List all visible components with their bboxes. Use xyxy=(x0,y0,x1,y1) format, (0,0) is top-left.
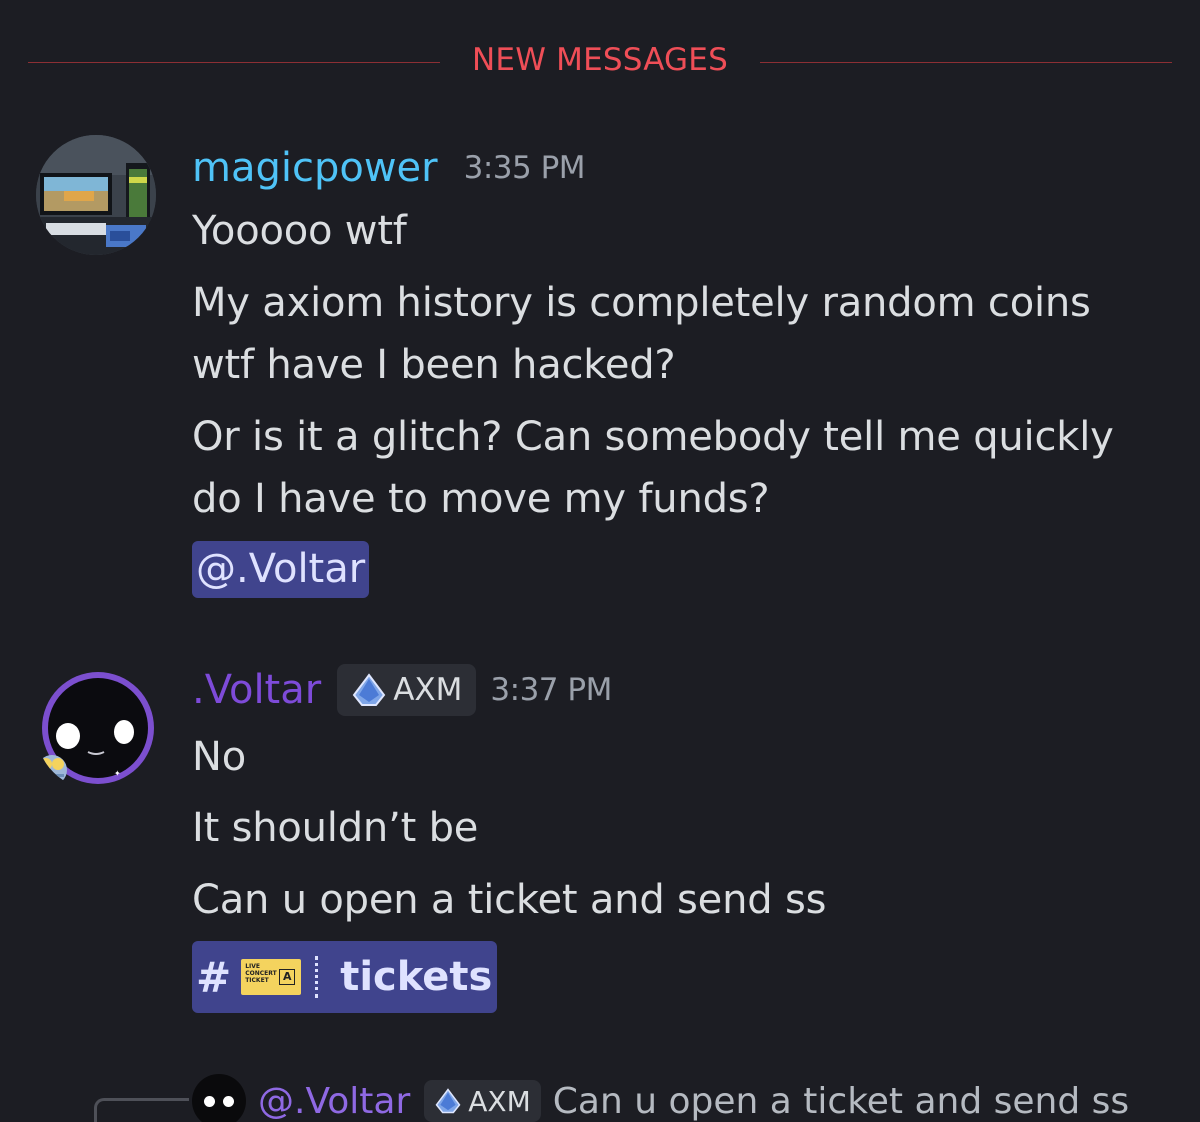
avatar-voltar[interactable]: ✦ xyxy=(36,670,156,790)
username-magicpower[interactable]: magicpower xyxy=(192,148,438,188)
reply-username[interactable]: @.Voltar xyxy=(258,1081,410,1122)
gem-icon xyxy=(352,673,386,706)
svg-text:✦: ✦ xyxy=(114,769,121,778)
server-tag[interactable]: AXM xyxy=(337,664,477,716)
reply-server-tag-label: AXM xyxy=(468,1084,531,1118)
message-line: My axiom history is completely random co… xyxy=(192,280,1091,326)
timestamp: 3:35 PM xyxy=(463,150,586,186)
reply-text: Can u open a ticket and send ss xyxy=(552,1080,1130,1122)
message-line: Yooooo wtf xyxy=(192,208,407,254)
chat-view: NEW MESSAGES magicpower 3:35 PM Yooooo w… xyxy=(0,0,1200,1122)
divider-line-right xyxy=(760,62,1172,63)
message-header-voltar: .Voltar AXM 3:37 PM xyxy=(192,664,612,716)
new-messages-divider: NEW MESSAGES xyxy=(28,38,1172,86)
channel-link-tickets[interactable]: # LIVE CONCERT TICKET A tickets xyxy=(192,941,497,1013)
message-line: No xyxy=(192,734,246,780)
channel-name: tickets xyxy=(340,954,493,1000)
reply-bracket xyxy=(94,1098,189,1122)
ticket-icon: LIVE CONCERT TICKET A xyxy=(241,959,302,995)
reply-avatar-eye xyxy=(204,1096,215,1107)
message-line: wtf have I been hacked? xyxy=(192,342,676,388)
user-mention[interactable]: @.Voltar xyxy=(192,541,370,598)
message-header-magicpower: magicpower 3:35 PM xyxy=(192,148,586,188)
timestamp: 3:37 PM xyxy=(490,672,612,708)
username-voltar[interactable]: .Voltar xyxy=(192,670,321,710)
message-line: It shouldn’t be xyxy=(192,805,479,851)
message-line: Or is it a glitch? Can somebody tell me … xyxy=(192,414,1114,460)
reply-avatar xyxy=(192,1074,246,1122)
divider-line-left xyxy=(28,62,440,63)
avatar-voltar-image: ✦ xyxy=(37,672,154,785)
new-messages-label: NEW MESSAGES xyxy=(472,42,728,78)
server-tag-label: AXM xyxy=(393,672,463,708)
reply-preview[interactable]: @.Voltar AXM Can u open a ticket and sen… xyxy=(192,1073,1129,1122)
avatar-magicpower[interactable] xyxy=(36,135,156,255)
message-line: Can u open a ticket and send ss xyxy=(192,877,827,923)
channel-separator xyxy=(315,956,322,998)
reply-avatar-eye xyxy=(223,1096,234,1107)
reply-server-tag[interactable]: AXM xyxy=(424,1080,541,1122)
channel-hash-icon: # xyxy=(196,952,232,1002)
avatar-magicpower-image xyxy=(36,135,156,255)
message-line: do I have to move my funds? xyxy=(192,476,770,522)
gem-icon xyxy=(435,1088,461,1114)
